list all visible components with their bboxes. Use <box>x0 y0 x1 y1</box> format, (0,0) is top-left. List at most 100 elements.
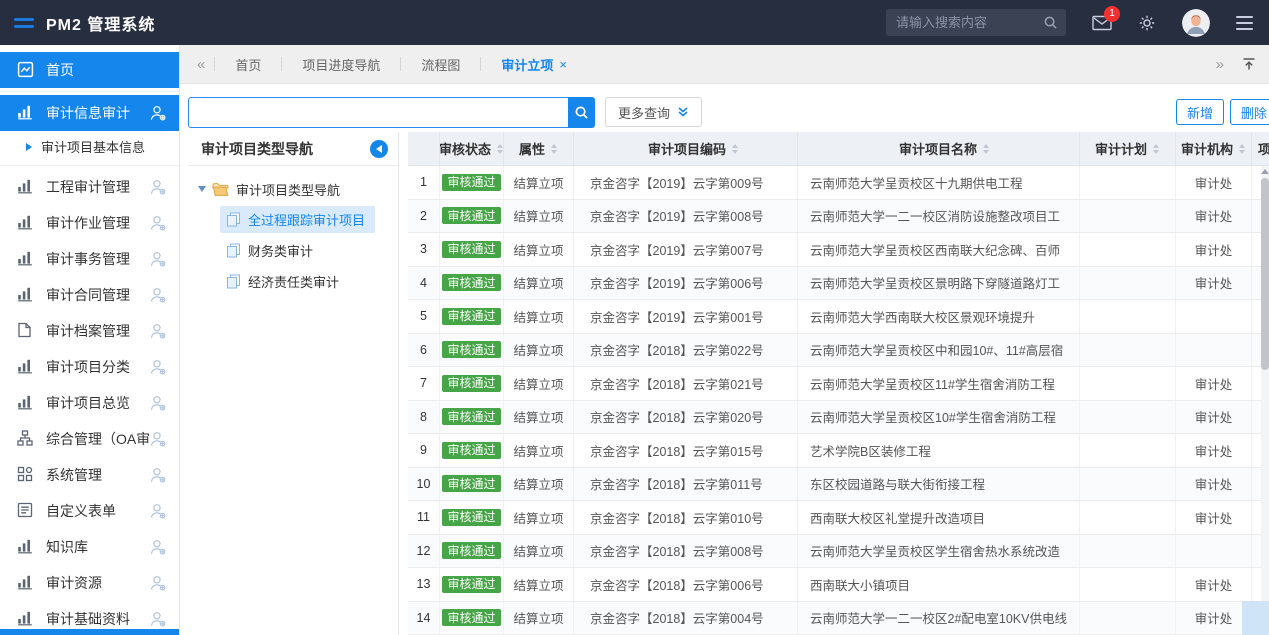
header-4[interactable]: 审计计划 <box>1080 132 1176 165</box>
cell-name: 云南师范大学呈贡校区10#学生宿舍消防工程 <box>798 401 1080 434</box>
cell-status: 审核通过 <box>440 233 504 266</box>
sort-icon[interactable] <box>1152 143 1160 155</box>
cell-org: 审计处 <box>1176 267 1252 300</box>
sidebar-item-10[interactable]: 综合管理（OA审批） <box>0 421 179 457</box>
tree-child-0[interactable]: 全过程跟踪审计项目 <box>220 206 375 233</box>
file-icon <box>17 322 35 340</box>
table-row[interactable]: 3审核通过结算立项京金咨字【2019】云字第007号云南师范大学呈贡校区西南联大… <box>408 233 1269 267</box>
collapse-panel-icon[interactable] <box>370 140 388 158</box>
table-row[interactable]: 10审核通过结算立项京金咨字【2018】云字第011号东区校园道路与联大街衔接工… <box>408 468 1269 502</box>
search-button[interactable] <box>568 97 595 128</box>
cell-attr: 结算立项 <box>504 401 574 434</box>
delete-button[interactable]: 删除 <box>1230 99 1269 125</box>
collapse-top-icon[interactable] <box>1241 56 1257 72</box>
sort-icon[interactable] <box>731 143 739 155</box>
form-icon <box>17 502 35 520</box>
cell-org: 审计处 <box>1176 434 1252 467</box>
cell-status: 审核通过 <box>440 401 504 434</box>
add-button[interactable]: 新增 <box>1176 99 1224 125</box>
sidebar-item-1[interactable]: 审计信息审计 <box>0 95 179 131</box>
sidebar-item-0[interactable]: 首页 <box>0 52 179 88</box>
vertical-scrollbar[interactable] <box>1261 166 1269 635</box>
search-input[interactable] <box>188 97 568 128</box>
sidebar-item-11[interactable]: 系统管理 <box>0 457 179 493</box>
tab-0[interactable]: 首页 <box>215 55 281 74</box>
tab-label: 首页 <box>235 55 261 74</box>
table-row[interactable]: 4审核通过结算立项京金咨字【2019】云字第006号云南师范大学呈贡校区景明路下… <box>408 267 1269 301</box>
projects-table: 审核状态属性审计项目编码审计项目名称审计计划审计机构项 1审核通过结算立项京金咨… <box>408 132 1269 635</box>
header-5[interactable]: 审计机构 <box>1176 132 1252 165</box>
sidebar-item-8[interactable]: 审计项目分类 <box>0 349 179 385</box>
cell-index: 12 <box>408 535 440 568</box>
sidebar-subitem-2[interactable]: 审计项目基本信息 <box>0 131 179 162</box>
person-gear-icon <box>149 104 167 122</box>
table-row[interactable]: 9审核通过结算立项京金咨字【2018】云字第015号艺术学院B区装修工程审计处 <box>408 434 1269 468</box>
scroll-up-icon[interactable] <box>1261 166 1269 177</box>
sidebar-item-4[interactable]: 审计作业管理 <box>0 205 179 241</box>
tree-root-node[interactable]: 审计项目类型导航 <box>196 176 392 202</box>
sidebar-item-7[interactable]: 审计档案管理 <box>0 313 179 349</box>
close-tab-icon[interactable]: × <box>559 57 567 72</box>
tab-2[interactable]: 流程图 <box>401 55 480 74</box>
sidebar-item-3[interactable]: 工程审计管理 <box>0 169 179 205</box>
table-row[interactable]: 1审核通过结算立项京金咨字【2019】云字第009号云南师范大学呈贡校区十九期供… <box>408 166 1269 200</box>
header-1[interactable]: 属性 <box>504 132 574 165</box>
tree-expand-icon[interactable] <box>198 186 206 192</box>
table-row[interactable]: 14审核通过结算立项京金咨字【2018】云字第004号云南师范大学一二一校区2#… <box>408 602 1269 635</box>
status-badge: 审核通过 <box>442 375 500 392</box>
sidebar-item-5[interactable]: 审计事务管理 <box>0 241 179 277</box>
table-row[interactable]: 6审核通过结算立项京金咨字【2018】云字第022号云南师范大学呈贡校区中和园1… <box>408 334 1269 368</box>
sidebar-item-13[interactable]: 知识库 <box>0 529 179 565</box>
cell-attr: 结算立项 <box>504 300 574 333</box>
cell-code: 京金咨字【2018】云字第021号 <box>574 367 798 400</box>
cell-org: 审计处 <box>1176 401 1252 434</box>
hamburger-icon[interactable] <box>14 18 34 28</box>
table-row[interactable]: 2审核通过结算立项京金咨字【2019】云字第008号云南师范大学一二一校区消防设… <box>408 200 1269 234</box>
status-badge: 审核通过 <box>442 609 500 626</box>
header-2[interactable]: 审计项目编码 <box>574 132 798 165</box>
scrollbar-thumb[interactable] <box>1261 178 1269 370</box>
tab-label: 审计立项 <box>501 55 553 74</box>
tab-1[interactable]: 项目进度导航 <box>282 55 400 74</box>
sort-icon[interactable] <box>1238 143 1246 155</box>
chart-icon <box>17 394 35 412</box>
tabs-scroll-left-icon[interactable]: « <box>188 56 214 73</box>
more-query-button[interactable]: 更多查询 <box>605 97 702 127</box>
header-3[interactable]: 审计项目名称 <box>798 132 1080 165</box>
mail-icon[interactable]: 1 <box>1092 15 1112 31</box>
cell-code: 京金咨字【2019】云字第008号 <box>574 200 798 233</box>
sort-icon[interactable] <box>550 143 558 155</box>
tab-3[interactable]: 审计立项 × <box>481 55 587 74</box>
cell-status: 审核通过 <box>440 434 504 467</box>
sidebar-item-label: 审计档案管理 <box>46 321 149 341</box>
chart-icon <box>17 178 35 196</box>
cell-status: 审核通过 <box>440 334 504 367</box>
header-partial[interactable]: 项 <box>1252 132 1269 165</box>
gear-icon[interactable] <box>1138 14 1156 32</box>
tabs-scroll-right-icon[interactable]: » <box>1207 56 1233 73</box>
header-0[interactable]: 审核状态 <box>440 132 504 165</box>
cell-index: 4 <box>408 267 440 300</box>
sidebar-item-12[interactable]: 自定义表单 <box>0 493 179 529</box>
table-row[interactable]: 7审核通过结算立项京金咨字【2018】云字第021号云南师范大学呈贡校区11#学… <box>408 367 1269 401</box>
table-row[interactable]: 8审核通过结算立项京金咨字【2018】云字第020号云南师范大学呈贡校区10#学… <box>408 401 1269 435</box>
menu-icon[interactable] <box>1236 16 1253 30</box>
tree-child-2[interactable]: 经济责任类审计 <box>220 268 349 295</box>
cell-attr: 结算立项 <box>504 434 574 467</box>
scroll-corner <box>1242 601 1269 635</box>
search-icon[interactable] <box>1043 15 1058 30</box>
avatar[interactable] <box>1182 9 1210 37</box>
sidebar-item-9[interactable]: 审计项目总览 <box>0 385 179 421</box>
tree-child-1[interactable]: 财务类审计 <box>220 237 323 264</box>
double-chevron-down-icon <box>677 106 689 118</box>
sort-icon[interactable] <box>982 143 990 155</box>
table-row[interactable]: 11审核通过结算立项京金咨字【2018】云字第010号西南联大校区礼堂提升改造项… <box>408 501 1269 535</box>
sort-icon[interactable] <box>496 143 504 155</box>
table-row[interactable]: 5审核通过结算立项京金咨字【2019】云字第001号云南师范大学西南联大校区景观… <box>408 300 1269 334</box>
sidebar-item-6[interactable]: 审计合同管理 <box>0 277 179 313</box>
table-row[interactable]: 13审核通过结算立项京金咨字【2018】云字第006号西南联大小镇项目审计处 <box>408 568 1269 602</box>
sidebar-item-14[interactable]: 审计资源 <box>0 565 179 601</box>
cell-name: 云南师范大学呈贡校区学生宿舍热水系统改造 <box>798 535 1080 568</box>
table-row[interactable]: 12审核通过结算立项京金咨字【2018】云字第008号云南师范大学呈贡校区学生宿… <box>408 535 1269 569</box>
global-search-input[interactable] <box>896 15 1043 30</box>
